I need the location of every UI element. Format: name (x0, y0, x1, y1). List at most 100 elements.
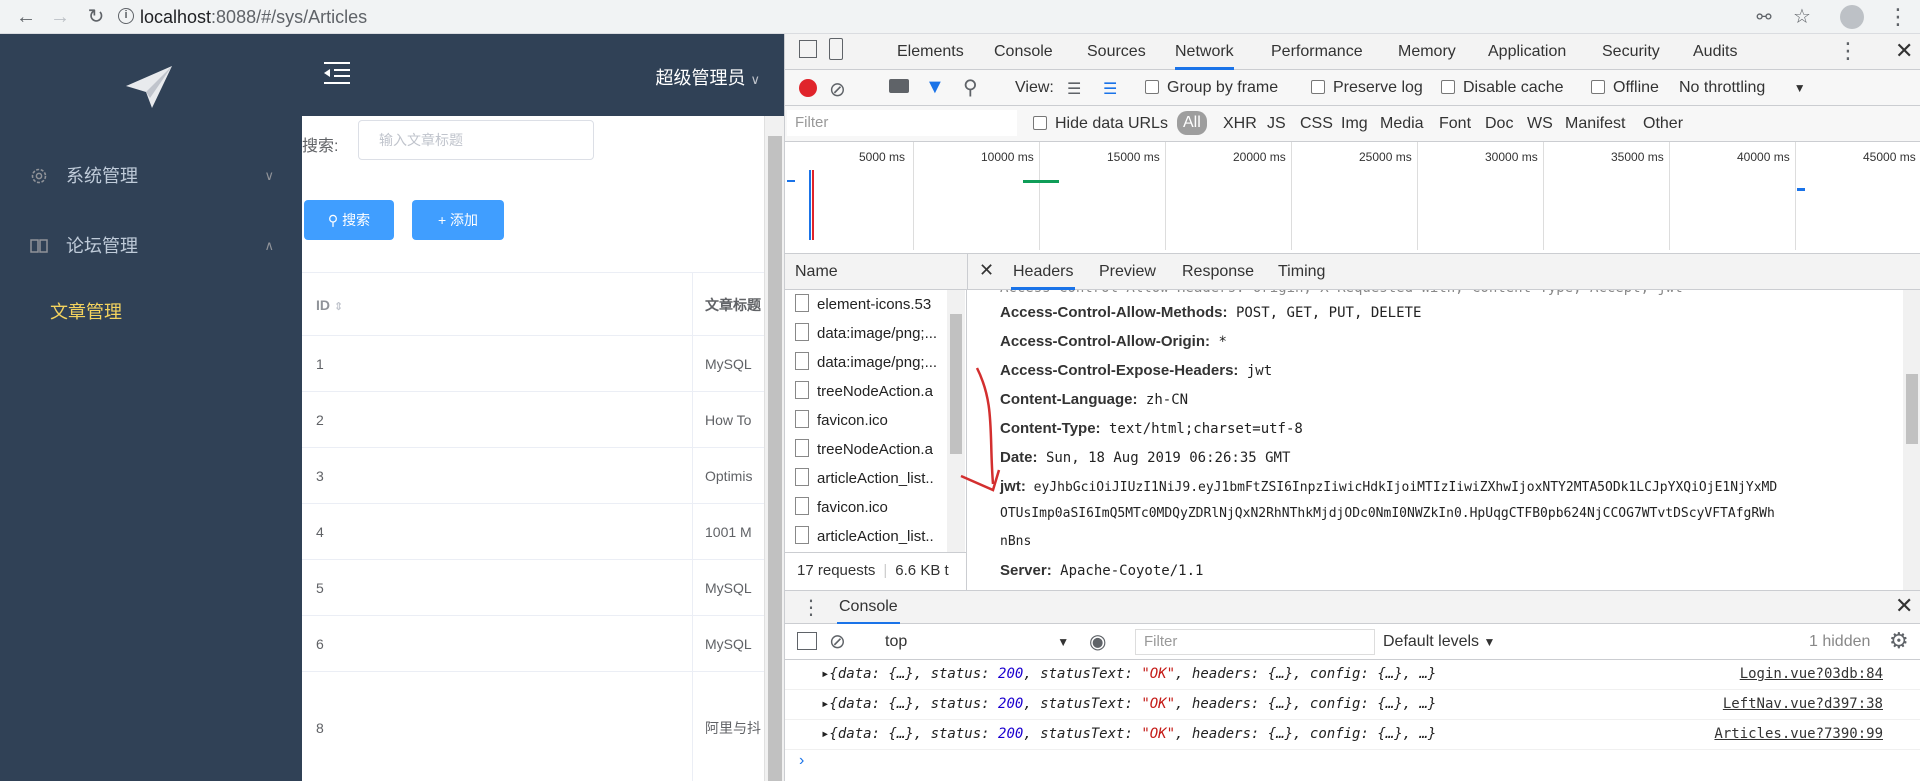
user-dropdown[interactable]: 超级管理员 ∨ (655, 64, 760, 90)
console-prompt-icon[interactable]: › (799, 752, 804, 770)
search-icon[interactable]: ⚲ (963, 75, 978, 100)
offline-checkbox[interactable]: Offline (1591, 79, 1659, 97)
tab-preview[interactable]: Preview (1099, 254, 1156, 290)
tab-network[interactable]: Network (1175, 34, 1234, 70)
filter-type-css[interactable]: CSS (1300, 115, 1333, 133)
console-source-link[interactable]: LeftNav.vue?d397:38 (1723, 696, 1883, 712)
scrollbar-thumb[interactable] (1906, 374, 1918, 444)
tab-headers[interactable]: Headers (1011, 254, 1076, 290)
table-row[interactable]: 4 1001 M (302, 504, 764, 560)
drawer-menu-icon[interactable]: ⋮ (801, 595, 821, 620)
throttling-select[interactable]: No throttling ▼ (1679, 79, 1806, 97)
clear-console-icon[interactable]: ⊘ (829, 629, 846, 654)
table-row[interactable]: 3 Optimis (302, 448, 764, 504)
name-column-header[interactable]: Name (795, 263, 838, 281)
table-row[interactable]: 8 阿里与抖 (302, 672, 764, 781)
profile-avatar-icon[interactable] (1840, 5, 1864, 29)
sidebar-item-forum[interactable]: 论坛管理 ∧ (0, 218, 302, 274)
preserve-log-checkbox[interactable]: Preserve log (1311, 79, 1423, 97)
filter-type-js[interactable]: JS (1267, 115, 1286, 133)
filter-funnel-icon[interactable]: ▼ (925, 76, 945, 99)
address-bar[interactable]: localhost:8088/#/sys/Articles (140, 4, 367, 30)
request-item[interactable]: favicon.ico (795, 497, 955, 516)
table-row[interactable]: 1 MySQL (302, 336, 764, 392)
console-source-link[interactable]: Login.vue?03db:84 (1740, 666, 1883, 682)
console-settings-gear-icon[interactable]: ⚙ (1889, 628, 1909, 654)
table-row[interactable]: 2 How To (302, 392, 764, 448)
column-header-id[interactable]: ID ⇕ (316, 273, 343, 339)
filter-type-font[interactable]: Font (1439, 115, 1471, 133)
drawer-tab-console[interactable]: Console (837, 591, 900, 625)
browser-menu-icon[interactable]: ⋮ (1886, 5, 1910, 29)
console-message[interactable]: ▸{data: {…}, status: 200, statusText: "O… (785, 660, 1920, 690)
request-item[interactable]: treeNodeAction.a (795, 381, 955, 400)
filter-type-xhr[interactable]: XHR (1223, 115, 1257, 133)
large-rows-icon[interactable]: ☰ (1067, 79, 1081, 99)
request-item[interactable]: element-icons.53 (795, 294, 955, 313)
screenshot-camera-icon[interactable] (889, 79, 909, 93)
sidebar-subitem-articles[interactable]: 文章管理 (0, 284, 302, 340)
group-by-frame-checkbox[interactable]: Group by frame (1145, 79, 1278, 97)
context-select[interactable]: top ▼ (885, 633, 1069, 651)
site-info-icon[interactable]: i (118, 8, 134, 24)
tab-security[interactable]: Security (1602, 34, 1660, 70)
content-scrollbar[interactable] (764, 116, 784, 781)
console-source-link[interactable]: Articles.vue?7390:99 (1714, 726, 1883, 742)
add-button[interactable]: + 添加 (412, 200, 504, 240)
tab-elements[interactable]: Elements (897, 34, 964, 70)
table-row[interactable]: 5 MySQL (302, 560, 764, 616)
collapse-menu-icon[interactable] (324, 62, 350, 84)
device-toolbar-icon[interactable] (829, 38, 843, 60)
sort-icon[interactable]: ⇕ (334, 301, 343, 313)
tab-timing[interactable]: Timing (1278, 254, 1325, 290)
console-message[interactable]: ▸{data: {…}, status: 200, statusText: "O… (785, 690, 1920, 720)
request-item[interactable]: data:image/png;... (795, 352, 955, 371)
key-icon[interactable]: ⚯ (1752, 5, 1776, 29)
tab-response[interactable]: Response (1182, 254, 1254, 290)
filter-type-manifest[interactable]: Manifest (1565, 115, 1625, 133)
tab-memory[interactable]: Memory (1398, 34, 1456, 70)
close-devtools-icon[interactable]: ✕ (1895, 38, 1913, 64)
disable-cache-checkbox[interactable]: Disable cache (1441, 79, 1564, 97)
filter-type-doc[interactable]: Doc (1485, 115, 1513, 133)
console-filter-input[interactable]: Filter (1135, 629, 1375, 655)
record-icon[interactable] (799, 79, 817, 97)
console-sidebar-icon[interactable] (797, 632, 817, 650)
filter-type-other[interactable]: Other (1643, 115, 1683, 133)
request-item[interactable]: treeNodeAction.a (795, 439, 955, 458)
inspect-element-icon[interactable] (799, 40, 817, 58)
tab-console[interactable]: Console (994, 34, 1053, 70)
headers-scrollbar[interactable] (1903, 290, 1920, 590)
request-item[interactable]: favicon.ico (795, 410, 955, 429)
close-details-icon[interactable]: ✕ (979, 260, 994, 281)
tab-performance[interactable]: Performance (1271, 34, 1363, 70)
search-input[interactable]: 输入文章标题 (358, 120, 594, 160)
console-message[interactable]: ▸{data: {…}, status: 200, statusText: "O… (785, 720, 1920, 750)
close-drawer-icon[interactable]: ✕ (1895, 593, 1913, 619)
request-item[interactable]: data:image/png;... (795, 323, 955, 342)
network-overview-timeline[interactable]: 5000 ms 10000 ms 15000 ms 20000 ms 25000… (785, 142, 1920, 254)
request-item[interactable]: articleAction_list.. (795, 468, 955, 487)
filter-type-media[interactable]: Media (1380, 115, 1424, 133)
eye-icon[interactable]: ◉ (1089, 629, 1106, 654)
search-button[interactable]: ⚲ 搜索 (304, 200, 394, 240)
network-filter-input[interactable]: Filter (787, 110, 1017, 136)
back-icon[interactable]: ← (14, 5, 38, 29)
log-levels-select[interactable]: Default levels ▼ (1383, 633, 1495, 651)
hide-data-urls-checkbox[interactable]: Hide data URLs (1033, 115, 1168, 133)
tab-application[interactable]: Application (1488, 34, 1566, 70)
filter-type-ws[interactable]: WS (1527, 115, 1553, 133)
tab-sources[interactable]: Sources (1087, 34, 1146, 70)
sidebar-item-system[interactable]: 系统管理 ∨ (0, 148, 302, 204)
waterfall-overview-icon[interactable]: ☰ (1103, 79, 1117, 99)
devtools-menu-icon[interactable]: ⋮ (1837, 38, 1859, 64)
clear-icon[interactable]: ⊘ (829, 77, 846, 102)
tab-audits[interactable]: Audits (1693, 34, 1737, 70)
filter-type-all[interactable]: All (1177, 111, 1207, 135)
bookmark-star-icon[interactable]: ☆ (1790, 5, 1814, 29)
reload-icon[interactable]: ↻ (84, 5, 108, 29)
filter-type-img[interactable]: Img (1341, 115, 1368, 133)
request-item[interactable]: articleAction_list.. (795, 526, 955, 545)
forward-icon[interactable]: → (48, 5, 72, 29)
table-row[interactable]: 6 MySQL (302, 616, 764, 672)
